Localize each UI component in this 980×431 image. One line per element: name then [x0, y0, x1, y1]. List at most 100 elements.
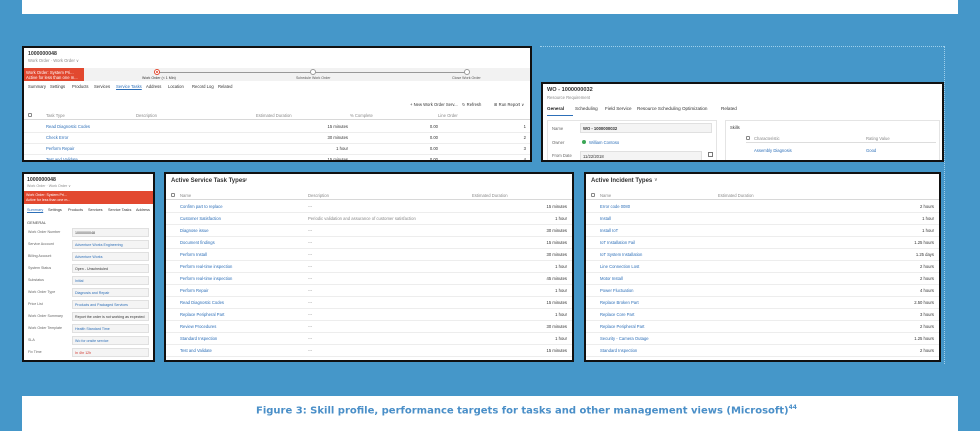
incident-type-name[interactable]: Replace Broken Part [600, 300, 639, 305]
col-estimated-duration[interactable]: Estimated Duration [472, 193, 508, 198]
table-row[interactable]: Customer Satisfaction Periodic validation… [166, 213, 572, 225]
work-order-template-field[interactable]: Health Standard Time [72, 324, 149, 333]
run-report-button[interactable]: ⊞ Run Report ∨ [494, 102, 524, 107]
table-row[interactable]: Perform Install --- 30 minutes [166, 249, 572, 261]
stage-node-close[interactable] [464, 69, 470, 75]
col-estimated-duration[interactable]: Estimated Duration [718, 193, 754, 198]
tab-related[interactable]: Related [721, 106, 737, 111]
task-type-cell[interactable]: Check Error [46, 135, 68, 140]
tab-summary[interactable]: Summary [28, 84, 46, 89]
from-date-field[interactable]: 11/22/2018 [580, 151, 702, 160]
work-order-number-field[interactable]: 1000000048 [72, 228, 149, 237]
status-alert-banner[interactable]: Work Order: System Pri... Active for les… [24, 68, 84, 81]
table-row[interactable]: Review Procedures --- 30 minutes [166, 321, 572, 333]
col-name[interactable]: Name [180, 193, 191, 198]
col-characteristic[interactable]: Characteristic [754, 136, 780, 141]
incident-type-name[interactable]: Replace Peripheral Part [600, 324, 644, 329]
table-row[interactable]: Replace Peripheral Part --- 1 hour [166, 309, 572, 321]
tab-services[interactable]: Services [88, 208, 103, 212]
status-alert-banner[interactable]: Work Order: System Pri... Active for les… [24, 191, 153, 204]
stage-node-work-order[interactable] [154, 69, 160, 75]
table-row[interactable]: Diagnose issue --- 30 minutes [166, 225, 572, 237]
tab-summary[interactable]: Summary [27, 208, 43, 212]
table-row[interactable]: IoT System Installation 1.25 days [586, 249, 939, 261]
table-row[interactable]: Replace Core Part 3 hours [586, 309, 939, 321]
tab-products[interactable]: Products [68, 208, 83, 212]
owner-field[interactable]: William Contoso [589, 140, 619, 145]
col-description[interactable]: Description [308, 193, 329, 198]
table-row[interactable]: Perform real-time inspection --- 45 minute… [166, 273, 572, 285]
work-order-summary-field[interactable]: Report the order is not working as expec… [72, 312, 149, 321]
select-all-checkbox[interactable] [171, 193, 175, 197]
incident-type-name[interactable]: Line Connection Lost [600, 264, 639, 269]
table-row[interactable]: Standard Inspection 2 hours [586, 345, 939, 357]
billing-account-field[interactable]: Adventure Works [72, 252, 149, 261]
new-service-task-button[interactable]: + New Work Order Serv... [410, 102, 458, 107]
select-all-checkbox[interactable] [591, 193, 595, 197]
tab-location[interactable]: Location [168, 84, 184, 89]
col-line-order[interactable]: Line Order [438, 113, 458, 118]
task-type-name[interactable]: Test and Validate [180, 348, 212, 353]
calendar-icon[interactable] [708, 152, 713, 157]
refresh-button[interactable]: ↻ Refresh [462, 102, 481, 107]
incident-type-name[interactable]: Replace Core Part [600, 312, 634, 317]
col-description[interactable]: Description [136, 113, 157, 118]
col-rating-value[interactable]: Rating Value [866, 136, 890, 141]
incident-type-name[interactable]: Security - Camera Outage [600, 336, 649, 341]
col-name[interactable]: Name [600, 193, 611, 198]
table-row[interactable]: Line Connection Lost 2 hours [586, 261, 939, 273]
task-type-cell[interactable]: Perform Repair [46, 146, 74, 151]
table-row[interactable]: Document findings --- 15 minutes [166, 237, 572, 249]
table-row[interactable]: Motor Install 2 hours [586, 273, 939, 285]
tab-service-tasks[interactable]: Service Tasks [116, 84, 142, 89]
chevron-down-icon[interactable]: ∨ [244, 177, 248, 183]
tab-address[interactable]: Address [146, 84, 161, 89]
tab-address[interactable]: Address [136, 208, 150, 212]
task-type-name[interactable]: Replace Peripheral Part [180, 312, 224, 317]
service-account-field[interactable]: Adventure Works Engineering [72, 240, 149, 249]
task-type-name[interactable]: Customer Satisfaction [180, 216, 221, 221]
tab-service-tasks[interactable]: Service Tasks [108, 208, 131, 212]
table-row[interactable]: Error code 0080 2 hours [586, 201, 939, 213]
table-row[interactable]: Perform real-time inspection --- 1 hour [166, 261, 572, 273]
incident-type-name[interactable]: IoT Installation Fail [600, 240, 635, 245]
incident-type-name[interactable]: Error code 0080 [600, 204, 630, 209]
task-type-name[interactable]: Document findings [180, 240, 215, 245]
task-type-name[interactable]: Diagnose issue [180, 228, 209, 233]
table-row[interactable]: Test and Validate 15 minutes 0.00 4 [24, 154, 530, 160]
view-title[interactable]: Active Service Task Types [171, 178, 246, 184]
sla-field[interactable]: Wo for onsite service [72, 336, 149, 345]
price-list-field[interactable]: Products and Packaged Services [72, 300, 149, 309]
tab-services[interactable]: Services [94, 84, 110, 89]
col-estimated-duration[interactable]: Estimated Duration [256, 113, 292, 118]
tab-scheduling[interactable]: Scheduling [575, 106, 598, 111]
table-row[interactable]: Replace Peripheral Part 2 hours [586, 321, 939, 333]
view-title[interactable]: Active Incident Types [591, 178, 652, 184]
table-row[interactable]: Power Fluctuation 4 hours [586, 285, 939, 297]
task-type-cell[interactable]: Test and Validate [46, 157, 78, 160]
tab-products[interactable]: Products [72, 84, 89, 89]
incident-type-name[interactable]: Power Fluctuation [600, 288, 634, 293]
task-type-name[interactable]: Read Diagnostic Codes [180, 300, 224, 305]
table-row[interactable]: IoT Installation Fail 1.25 hours [586, 237, 939, 249]
task-type-name[interactable]: Perform Install [180, 252, 207, 257]
table-row[interactable]: Install IoT 1 hour [586, 225, 939, 237]
incident-type-name[interactable]: Standard Inspection [600, 348, 637, 353]
table-row[interactable]: Install 1 hour [586, 213, 939, 225]
table-row[interactable]: Read Diagnostic Codes --- 15 minutes [166, 297, 572, 309]
task-type-name[interactable]: Review Procedures [180, 324, 216, 329]
tab-general[interactable]: General [547, 106, 564, 111]
incident-type-name[interactable]: Install IoT [600, 228, 618, 233]
tab-related[interactable]: Related [218, 84, 232, 89]
table-row[interactable]: Standard Inspection --- 1 hour [166, 333, 572, 345]
task-type-name[interactable]: Standard Inspection [180, 336, 217, 341]
table-row[interactable]: Replace Broken Part 2.50 hours [586, 297, 939, 309]
tab-settings[interactable]: Settings [50, 84, 65, 89]
skill-name-cell[interactable]: Assembly Diagnosis [754, 148, 792, 153]
incident-type-name[interactable]: Motor Install [600, 276, 623, 281]
table-row[interactable]: Confirm part to replace --- 15 minutes [166, 201, 572, 213]
col-percent-complete[interactable]: % Complete [350, 113, 373, 118]
skill-rating-cell[interactable]: Good [866, 148, 876, 153]
col-task-type[interactable]: Task Type [46, 113, 65, 118]
fix-time-field[interactable]: In 4hr 12h [72, 348, 149, 357]
